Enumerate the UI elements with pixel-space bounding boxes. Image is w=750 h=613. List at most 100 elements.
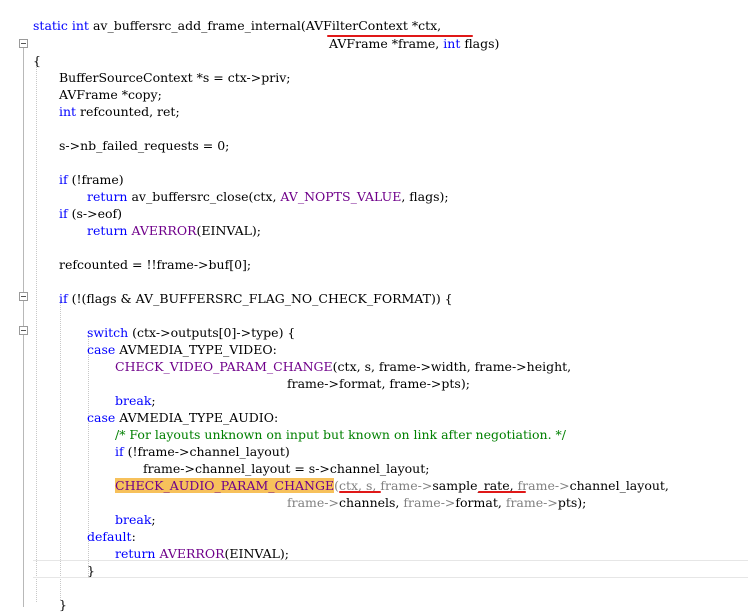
code-token: (s->eof): [67, 206, 123, 221]
code-text: if (!frame): [59, 171, 124, 188]
code-token: refcounted = !!frame->buf[0];: [59, 257, 252, 272]
code-line[interactable]: frame->format, frame->pts);: [0, 375, 750, 392]
code-token: return: [87, 189, 128, 204]
code-text: if (s->eof): [59, 205, 122, 222]
code-token: break: [115, 393, 152, 408]
code-text: }: [59, 596, 67, 613]
code-line[interactable]: BufferSourceContext *s = ctx->priv;: [0, 69, 750, 86]
code-line[interactable]: int refcounted, ret;: [0, 103, 750, 120]
code-token: frame->: [403, 495, 456, 510]
code-token: pts);: [557, 495, 587, 510]
code-line[interactable]: default:: [0, 528, 750, 545]
code-line[interactable]: break;: [0, 392, 750, 409]
code-token: (!frame): [67, 172, 124, 187]
code-token: AVFrame *copy;: [59, 87, 162, 102]
code-token: return: [115, 546, 156, 561]
code-token: if: [59, 172, 68, 187]
code-token: channels,: [339, 495, 404, 510]
code-text: frame->channels, frame->format, frame->p…: [287, 494, 586, 511]
code-token: frame->format, frame->pts);: [287, 376, 470, 391]
code-token: break: [115, 512, 152, 527]
code-token: if: [59, 291, 68, 306]
code-line[interactable]: return AVERROR(EINVAL);: [0, 545, 750, 562]
code-text: case AVMEDIA_TYPE_AUDIO:: [87, 409, 278, 426]
code-token: frame->: [505, 495, 558, 510]
code-text: int refcounted, ret;: [59, 103, 180, 120]
code-line[interactable]: case AVMEDIA_TYPE_AUDIO:: [0, 409, 750, 426]
code-line[interactable]: switch (ctx->outputs[0]->type) {: [0, 324, 750, 341]
code-token: refcounted, ret;: [76, 104, 180, 119]
code-token: frame->: [380, 478, 433, 493]
code-token: (ctx->outputs[0]->type) {: [128, 325, 296, 340]
code-token: CHECK_AUDIO_PARAM_CHANGE: [115, 478, 335, 493]
code-line[interactable]: CHECK_VIDEO_PARAM_CHANGE(ctx, s, frame->…: [0, 358, 750, 375]
code-token: default: [87, 529, 132, 544]
code-text: return AVERROR(EINVAL);: [115, 545, 289, 562]
code-line[interactable]: static int av_buffersrc_add_frame_intern…: [0, 17, 750, 34]
code-token: , flags);: [401, 189, 449, 204]
code-token: int: [59, 104, 77, 119]
code-token: (EINVAL);: [196, 223, 261, 238]
code-text: switch (ctx->outputs[0]->type) {: [87, 324, 295, 341]
code-line[interactable]: /* For layouts unknown on input but know…: [0, 426, 750, 443]
code-line[interactable]: return av_buffersrc_close(ctx, AV_NOPTS_…: [0, 188, 750, 205]
code-token: AVERROR: [159, 546, 225, 561]
code-token: (!frame->channel_layout): [123, 444, 290, 459]
code-line[interactable]: }: [0, 562, 750, 579]
code-text: BufferSourceContext *s = ctx->priv;: [59, 69, 291, 86]
code-line[interactable]: if (!frame->channel_layout): [0, 443, 750, 460]
code-line[interactable]: refcounted = !!frame->buf[0];: [0, 256, 750, 273]
code-line[interactable]: AVFrame *copy;: [0, 86, 750, 103]
code-line[interactable]: if (!(flags & AV_BUFFERSRC_FLAG_NO_CHECK…: [0, 290, 750, 307]
code-text: CHECK_VIDEO_PARAM_CHANGE(ctx, s, frame->…: [115, 358, 571, 375]
code-token: BufferSourceContext *s = ctx->priv;: [59, 70, 291, 85]
code-token: (!(flags & AV_BUFFERSRC_FLAG_NO_CHECK_FO…: [67, 291, 453, 306]
code-editor[interactable]: static int av_buffersrc_add_frame_intern…: [0, 0, 750, 612]
code-line[interactable]: case AVMEDIA_TYPE_VIDEO:: [0, 341, 750, 358]
code-token: format,: [455, 495, 506, 510]
code-text: {: [33, 52, 41, 69]
code-text: AVFrame *copy;: [59, 86, 162, 103]
code-token: AVFrame *frame,: [329, 36, 444, 51]
code-token: }: [87, 563, 95, 578]
code-line[interactable]: if (s->eof): [0, 205, 750, 222]
code-line[interactable]: }: [0, 596, 750, 613]
code-text: case AVMEDIA_TYPE_VIDEO:: [87, 341, 277, 358]
code-token: (ctx, s, frame->width, frame->height,: [332, 359, 572, 374]
code-token: av_buffersrc_add_frame_internal(AVFilter…: [92, 18, 442, 33]
code-text: refcounted = !!frame->buf[0];: [59, 256, 251, 273]
code-token: int: [443, 36, 461, 51]
code-text: AVFrame *frame, int flags): [329, 35, 499, 52]
code-text: frame->channel_layout = s->channel_layou…: [143, 460, 429, 477]
code-token: frame->: [287, 495, 340, 510]
code-line[interactable]: if (!frame): [0, 171, 750, 188]
code-token: {: [33, 53, 41, 68]
code-line[interactable]: frame->channels, frame->format, frame->p…: [0, 494, 750, 511]
code-text: if (!(flags & AV_BUFFERSRC_FLAG_NO_CHECK…: [59, 290, 453, 307]
code-token: av_buffersrc_close(ctx,: [127, 189, 281, 204]
code-line[interactable]: return AVERROR(EINVAL);: [0, 222, 750, 239]
code-line[interactable]: AVFrame *frame, int flags): [0, 35, 750, 52]
code-token: (EINVAL);: [224, 546, 289, 561]
code-text: s->nb_failed_requests = 0;: [59, 137, 229, 154]
annotation-underline-frame-1: [339, 491, 381, 493]
code-token: AVERROR: [131, 223, 197, 238]
code-token: /* For layouts unknown on input but know…: [115, 427, 566, 442]
code-line[interactable]: frame->channel_layout = s->channel_layou…: [0, 460, 750, 477]
code-line[interactable]: {: [0, 52, 750, 69]
code-token: switch: [87, 325, 129, 340]
code-text: return AVERROR(EINVAL);: [87, 222, 261, 239]
code-token: channel_layout,: [569, 478, 669, 493]
code-token: CHECK_VIDEO_PARAM_CHANGE: [115, 359, 333, 374]
code-text: default:: [87, 528, 136, 545]
code-line[interactable]: break;: [0, 511, 750, 528]
code-token: }: [59, 597, 67, 612]
code-token: :: [131, 529, 136, 544]
code-token: ;: [151, 512, 156, 527]
code-token: if: [59, 206, 68, 221]
annotation-underline-ctx: [327, 35, 473, 37]
code-text: return av_buffersrc_close(ctx, AV_NOPTS_…: [87, 188, 449, 205]
code-token: AVMEDIA_TYPE_AUDIO:: [115, 410, 279, 425]
code-token: case: [87, 342, 116, 357]
code-line[interactable]: s->nb_failed_requests = 0;: [0, 137, 750, 154]
